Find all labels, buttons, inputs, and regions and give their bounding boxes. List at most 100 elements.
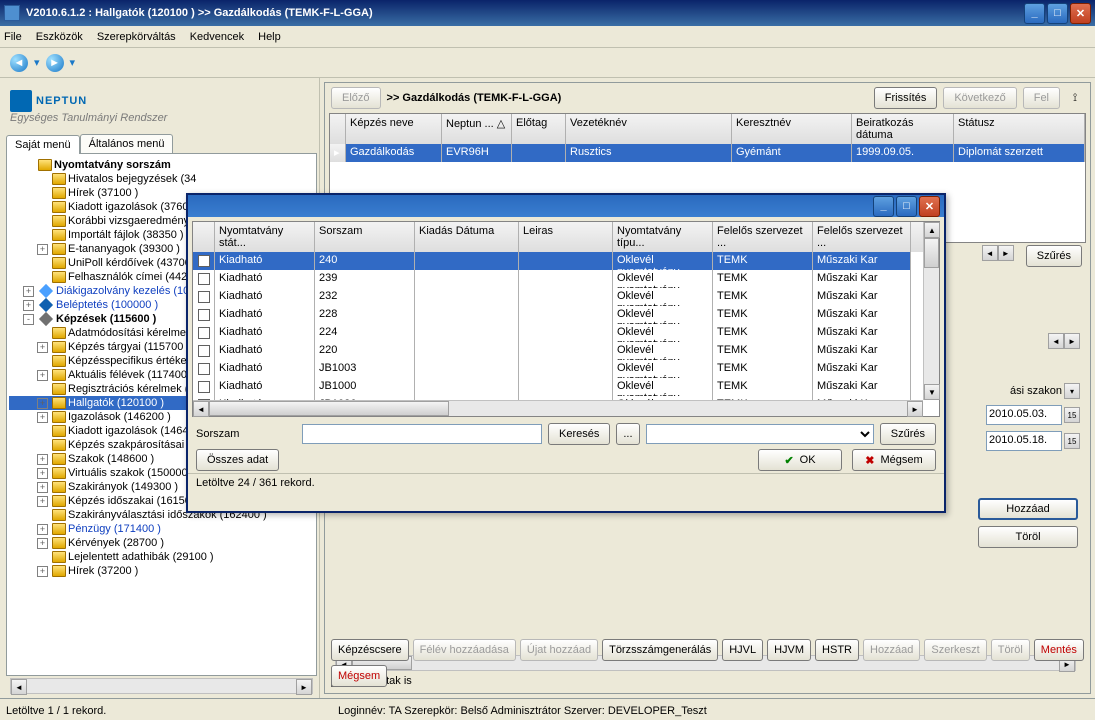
prev-button[interactable]: Előző: [331, 87, 381, 109]
tree-item[interactable]: Nyomtatvány sorszám: [9, 158, 314, 172]
modal-hscroll[interactable]: ◄ ►: [193, 400, 923, 416]
menu-tools[interactable]: Eszközök: [36, 31, 83, 43]
refresh-button[interactable]: Frissítés: [874, 87, 938, 109]
mcol-kiadas[interactable]: Kiadás Dátuma: [415, 222, 519, 252]
nav-back[interactable]: ◄: [6, 50, 32, 76]
modal-grid[interactable]: Nyomtatvány stát... Sorszam Kiadás Dátum…: [192, 221, 940, 417]
tree-item[interactable]: Lejelentett adathibák (29100 ): [9, 550, 314, 564]
btn-hjvm[interactable]: HJVM: [767, 639, 811, 661]
row-checkbox[interactable]: [198, 381, 210, 393]
expand-icon[interactable]: +: [37, 454, 48, 465]
expand-icon[interactable]: +: [37, 566, 48, 577]
col-kepzes[interactable]: Képzés neve: [346, 114, 442, 144]
expand-icon[interactable]: +: [23, 300, 34, 311]
row-checkbox[interactable]: [198, 273, 210, 285]
row-checkbox[interactable]: [198, 345, 210, 357]
modal-minimize[interactable]: _: [873, 196, 894, 217]
modal-all-data-button[interactable]: Összes adat: [196, 449, 279, 471]
btn-ujat-hozzaad[interactable]: Újat hozzáad: [520, 639, 598, 661]
modal-cancel-button[interactable]: ✖ Mégsem: [852, 449, 936, 471]
tree-item[interactable]: +Kérvények (28700 ): [9, 536, 314, 550]
menu-role[interactable]: Szerepkörváltás: [97, 31, 176, 43]
menu-file[interactable]: File: [4, 31, 22, 43]
expand-icon[interactable]: +: [23, 286, 34, 297]
grid-scroll-right[interactable]: ►: [998, 245, 1014, 261]
maximize-button[interactable]: □: [1047, 3, 1068, 24]
top-filter-button[interactable]: Szűrés: [1026, 245, 1082, 267]
expand-icon[interactable]: +: [37, 538, 48, 549]
mcol-felelos1[interactable]: Felelős szervezet ...: [713, 222, 813, 252]
expand-icon[interactable]: +: [37, 244, 48, 255]
modal-close[interactable]: ✕: [919, 196, 940, 217]
tree-item[interactable]: +Hírek (37200 ): [9, 564, 314, 578]
mcol-leiras[interactable]: Leiras: [519, 222, 613, 252]
col-vezetek[interactable]: Vezetéknév: [566, 114, 732, 144]
expand-icon[interactable]: +: [37, 496, 48, 507]
modal-ellipsis-button[interactable]: ...: [616, 423, 639, 445]
nav-forward-dropdown[interactable]: ▾: [70, 56, 76, 69]
tree-item[interactable]: +Pénzügy (171400 ): [9, 522, 314, 536]
modal-grid-row[interactable]: Kiadható232Oklevél nyomtatványTEMKMűszak…: [193, 288, 939, 306]
minimize-button[interactable]: _: [1024, 3, 1045, 24]
mcol-sorszam[interactable]: Sorszam: [315, 222, 415, 252]
up-button[interactable]: Fel: [1023, 87, 1060, 109]
row-checkbox[interactable]: [198, 327, 210, 339]
top-grid-row[interactable]: ▸ Gazdálkodás EVR96H Rusztics Gyémánt 19…: [330, 144, 1085, 162]
tab-own-menu[interactable]: Saját menü: [6, 135, 80, 154]
modal-search-input[interactable]: [302, 424, 542, 444]
expand-icon[interactable]: +: [37, 482, 48, 493]
grid-scroll-left[interactable]: ◄: [982, 245, 998, 261]
modal-grid-row[interactable]: Kiadható239Oklevél nyomtatványTEMKMűszak…: [193, 270, 939, 288]
btn-kepzescsere[interactable]: Képzéscsere: [331, 639, 409, 661]
tree-item[interactable]: Hivatalos bejegyzések (34: [9, 172, 314, 186]
close-button[interactable]: ✕: [1070, 3, 1091, 24]
btn-mentes[interactable]: Mentés: [1034, 639, 1084, 661]
modal-grid-row[interactable]: Kiadható228Oklevél nyomtatványTEMKMűszak…: [193, 306, 939, 324]
expand-icon[interactable]: +: [37, 342, 48, 353]
tree-hscroll[interactable]: ◄►: [10, 678, 313, 694]
btn-torzsszam[interactable]: Törzsszámgenerálás: [602, 639, 718, 661]
next-button[interactable]: Következő: [943, 87, 1016, 109]
modal-grid-row[interactable]: Kiadható220Oklevél nyomtatványTEMKMűszak…: [193, 342, 939, 360]
btn-hjvl[interactable]: HJVL: [722, 639, 763, 661]
expand-icon[interactable]: +: [37, 370, 48, 381]
modal-grid-row[interactable]: Kiadható224Oklevél nyomtatványTEMKMűszak…: [193, 324, 939, 342]
col-kereszt[interactable]: Keresztnév: [732, 114, 852, 144]
modal-vscroll[interactable]: ▲ ▼: [923, 222, 939, 400]
col-statusz[interactable]: Státusz: [954, 114, 1085, 144]
btn-szerkeszt[interactable]: Szerkeszt: [924, 639, 986, 661]
expand-icon[interactable]: +: [37, 468, 48, 479]
row-checkbox[interactable]: [198, 255, 210, 267]
modal-grid-row[interactable]: KiadhatóJB1003Oklevél nyomtatványTEMKMűs…: [193, 360, 939, 378]
expand-icon[interactable]: -: [23, 314, 34, 325]
menu-fav[interactable]: Kedvencek: [190, 31, 244, 43]
side-add-button[interactable]: Hozzáad: [978, 498, 1078, 520]
nav-back-dropdown[interactable]: ▾: [34, 56, 40, 69]
modal-ok-button[interactable]: ✔ OK: [758, 449, 842, 471]
mcol-status[interactable]: Nyomtatvány stát...: [215, 222, 315, 252]
btn-torol[interactable]: Töröl: [991, 639, 1030, 661]
modal-search-button[interactable]: Keresés: [548, 423, 610, 445]
date-field-2[interactable]: 2010.05.18.: [986, 431, 1062, 451]
btn-felev-hozzaad[interactable]: Félév hozzáadása: [413, 639, 516, 661]
pin-icon[interactable]: ⟟: [1066, 89, 1084, 107]
nav-forward[interactable]: ►: [42, 50, 68, 76]
modal-grid-row[interactable]: KiadhatóJB1000Oklevél nyomtatványTEMKMűs…: [193, 378, 939, 396]
expand-icon[interactable]: +: [37, 524, 48, 535]
col-elotag[interactable]: Előtag: [512, 114, 566, 144]
expand-icon[interactable]: +: [37, 412, 48, 423]
calendar-icon-1[interactable]: 15: [1064, 407, 1080, 423]
tab-general-menu[interactable]: Általános menü: [80, 134, 174, 153]
btn-hstr[interactable]: HSTR: [815, 639, 859, 661]
btn-megsem[interactable]: Mégsem: [331, 665, 387, 687]
col-neptun[interactable]: Neptun ... △: [442, 114, 512, 144]
row-checkbox[interactable]: [198, 309, 210, 321]
row-checkbox[interactable]: [198, 291, 210, 303]
mid-scroll-right[interactable]: ►: [1064, 333, 1080, 349]
btn-hozzaad[interactable]: Hozzáad: [863, 639, 920, 661]
modal-grid-row[interactable]: Kiadható240Oklevél nyomtatványTEMKMűszak…: [193, 252, 939, 270]
modal-maximize[interactable]: □: [896, 196, 917, 217]
side-delete-button[interactable]: Töröl: [978, 526, 1078, 548]
modal-dropdown[interactable]: [646, 424, 874, 444]
mid-scroll-left[interactable]: ◄: [1048, 333, 1064, 349]
